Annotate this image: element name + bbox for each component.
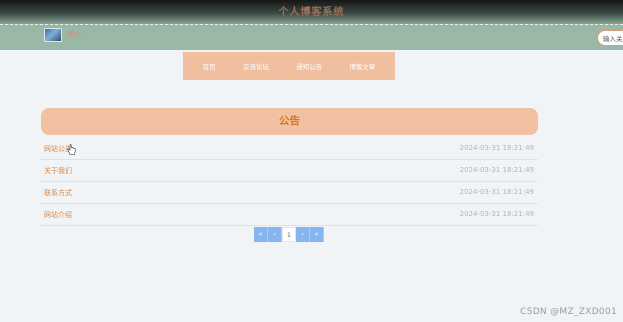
next-page-button[interactable]: ›	[296, 227, 310, 242]
notice-date: 2024-03-31 18:21:49	[459, 144, 534, 152]
pagination: « ‹ 1 › »	[254, 227, 324, 242]
header-bar: 用户 ⌄	[0, 24, 623, 50]
nav-item-notices[interactable]: 通知公告	[296, 61, 322, 71]
notice-date: 2024-03-31 18:21:49	[459, 188, 534, 196]
list-item[interactable]: 网站介绍 2024-03-31 18:21:49	[40, 204, 538, 226]
first-page-button[interactable]: «	[254, 227, 268, 242]
search-input[interactable]	[597, 30, 623, 46]
nav-item-forum[interactable]: 交流论坛	[243, 61, 269, 71]
watermark: CSDN @MZ_ZXD001	[520, 307, 617, 317]
prev-page-button[interactable]: ‹	[268, 227, 282, 242]
list-item[interactable]: 网站公告 2024-03-31 18:21:49	[40, 138, 538, 160]
list-item[interactable]: 联系方式 2024-03-31 18:21:49	[40, 182, 538, 204]
main-nav: 首页 交流论坛 通知公告 博客文章	[183, 52, 395, 80]
hand-pointer-icon	[67, 144, 76, 155]
last-page-button[interactable]: »	[310, 227, 324, 242]
notice-date: 2024-03-31 18:21:49	[459, 210, 534, 218]
nav-item-blog[interactable]: 博客文章	[349, 61, 375, 71]
notice-list: 网站公告 2024-03-31 18:21:49 关于我们 2024-03-31…	[40, 138, 538, 226]
top-banner: 个人博客系统	[0, 0, 623, 24]
section-title: 公告	[41, 108, 538, 135]
user-avatar[interactable]	[44, 28, 62, 42]
current-page-button[interactable]: 1	[282, 227, 296, 242]
list-item[interactable]: 关于我们 2024-03-31 18:21:49	[40, 160, 538, 182]
site-title: 个人博客系统	[278, 7, 345, 18]
chevron-down-icon[interactable]: ⌄	[93, 29, 99, 37]
notice-title[interactable]: 联系方式	[44, 188, 72, 198]
notice-title[interactable]: 网站介绍	[44, 210, 72, 220]
notice-date: 2024-03-31 18:21:49	[459, 166, 534, 174]
nav-item-home[interactable]: 首页	[203, 61, 216, 71]
notice-title[interactable]: 关于我们	[44, 166, 72, 176]
user-name[interactable]: 用户	[67, 30, 81, 40]
